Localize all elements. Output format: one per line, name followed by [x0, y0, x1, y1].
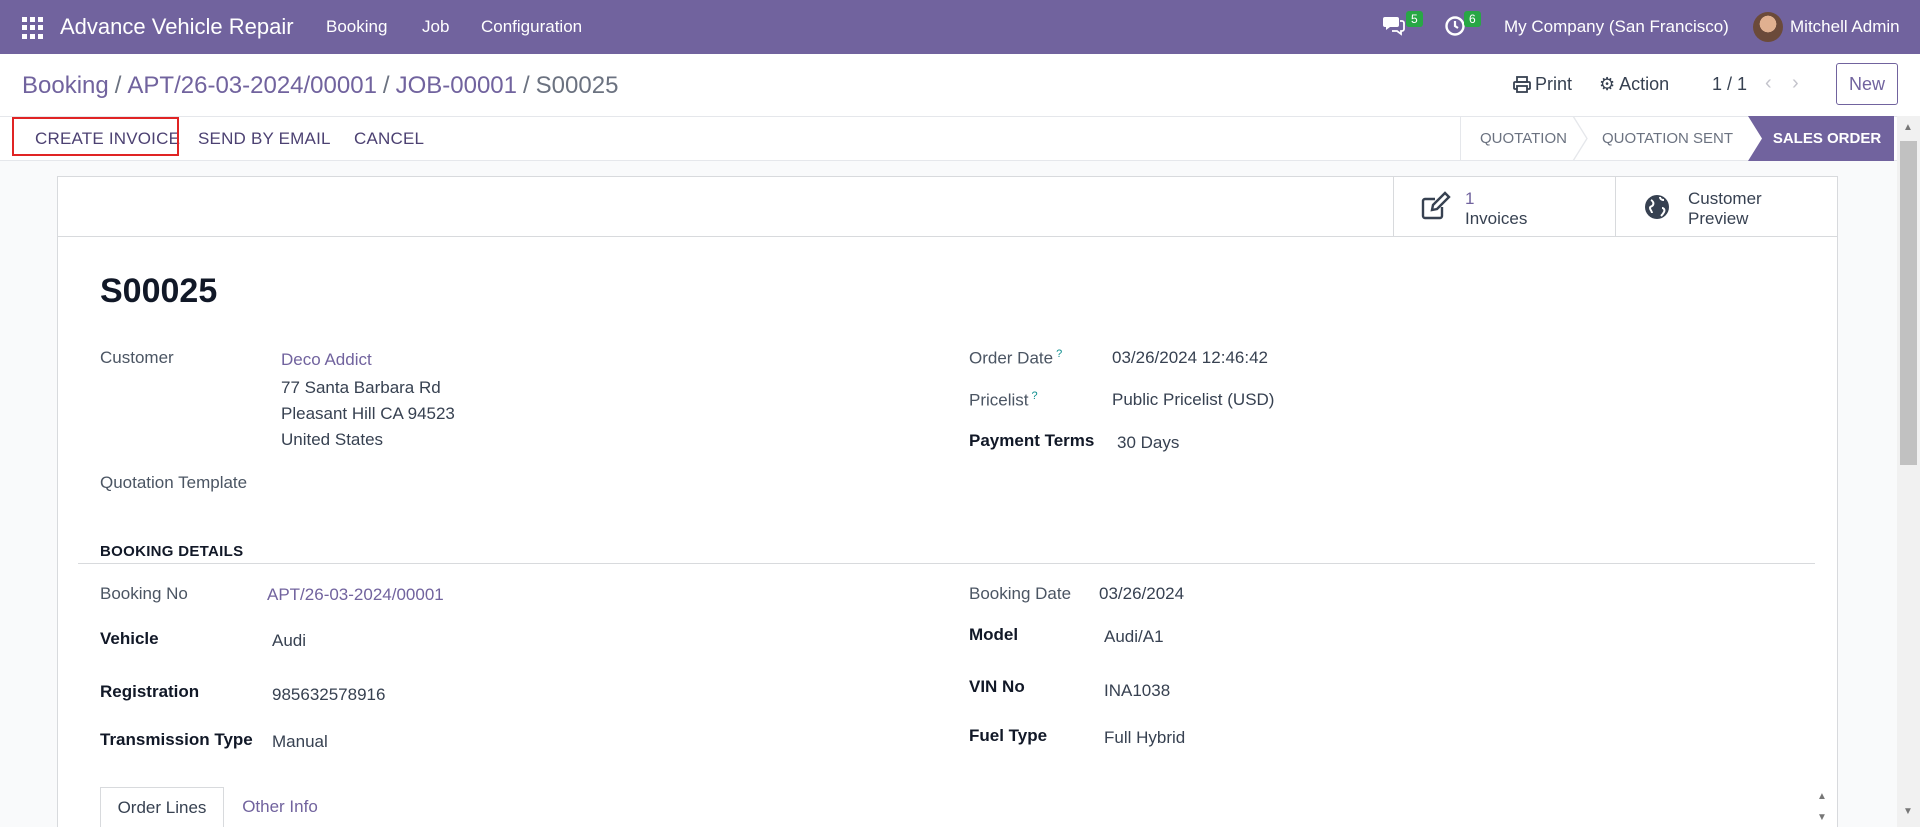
order-date-value[interactable]: 03/26/2024 12:46:42 — [1112, 348, 1268, 368]
invoices-count: 1 — [1465, 189, 1475, 208]
form-sheet — [57, 176, 1838, 827]
transmission-value[interactable]: Manual — [272, 732, 328, 752]
model-value[interactable]: Audi/A1 — [1104, 627, 1164, 647]
pager-value[interactable]: 1 / 1 — [1712, 74, 1747, 95]
inner-scroll-down-icon[interactable]: ▼ — [1817, 812, 1827, 823]
stage-chevron — [1572, 116, 1588, 161]
order-date-label: Order Date? — [969, 348, 1062, 369]
app-name[interactable]: Advance Vehicle Repair — [60, 14, 294, 40]
menu-booking[interactable]: Booking — [326, 17, 387, 37]
customer-link[interactable]: Deco Addict — [281, 350, 372, 370]
gear-icon: ⚙ — [1599, 74, 1616, 94]
printer-icon — [1513, 76, 1531, 93]
help-icon[interactable]: ? — [1032, 390, 1038, 402]
section-divider — [78, 563, 1815, 564]
clock-icon — [1445, 16, 1465, 36]
pricelist-label-text: Pricelist — [969, 390, 1029, 410]
invoices-smart-button[interactable]: 1 Invoices — [1393, 177, 1615, 236]
pager-next-icon[interactable]: › — [1792, 72, 1799, 95]
tab-other-info[interactable]: Other Info — [226, 787, 334, 827]
breadcrumb-current: S00025 — [535, 72, 619, 99]
scroll-up-icon[interactable]: ▲ — [1903, 122, 1913, 133]
customer-label: Customer — [100, 348, 174, 367]
vin-value[interactable]: INA1038 — [1104, 681, 1170, 701]
new-button[interactable]: New — [1836, 63, 1898, 105]
print-button[interactable]: Print — [1513, 74, 1572, 95]
globe-icon — [1645, 195, 1669, 219]
company-switcher[interactable]: My Company (San Francisco) — [1504, 17, 1729, 37]
vehicle-label: Vehicle — [100, 629, 159, 648]
cancel-button[interactable]: CANCEL — [354, 129, 424, 149]
order-date-label-text: Order Date — [969, 348, 1054, 368]
activities-button[interactable] — [1444, 15, 1466, 42]
stage-quotation[interactable]: QUOTATION — [1461, 117, 1586, 160]
top-navbar: Advance Vehicle Repair Booking Job Confi… — [0, 0, 1920, 54]
customer-preview-line2: Preview — [1688, 209, 1749, 228]
quotation-template-label: Quotation Template — [100, 473, 248, 492]
edit-icon — [1421, 191, 1451, 220]
scrollbar-thumb[interactable] — [1900, 141, 1917, 465]
menu-job[interactable]: Job — [422, 17, 449, 37]
apps-menu-icon[interactable] — [22, 17, 44, 39]
stage-quotation-sent[interactable]: QUOTATION SENT — [1590, 117, 1745, 160]
breadcrumb-separator: / — [114, 72, 122, 99]
payment-terms-label: Payment Terms — [969, 431, 1095, 450]
breadcrumb-job[interactable]: JOB-00001 — [396, 72, 517, 99]
scroll-down-icon[interactable]: ▼ — [1903, 806, 1913, 817]
booking-date-value[interactable]: 03/26/2024 — [1099, 584, 1184, 604]
action-label: Action — [1619, 74, 1670, 94]
invoices-label: Invoices — [1465, 209, 1528, 228]
create-invoice-highlight — [12, 117, 179, 156]
booking-details-title: BOOKING DETAILS — [100, 543, 244, 560]
send-by-email-button[interactable]: SEND BY EMAIL — [198, 129, 331, 149]
vehicle-value[interactable]: Audi — [272, 631, 306, 651]
breadcrumb-separator: / — [382, 72, 390, 99]
registration-value[interactable]: 985632578916 — [272, 685, 385, 705]
customer-address-line1: 77 Santa Barbara Rd — [281, 378, 441, 397]
customer-preview-smart-button[interactable]: Customer Preview — [1615, 177, 1837, 236]
print-label: Print — [1535, 74, 1573, 94]
breadcrumb-appointment[interactable]: APT/26-03-2024/00001 — [127, 72, 377, 99]
stage-sales-order[interactable]: SALES ORDER — [1748, 116, 1894, 161]
pricelist-label: Pricelist? — [969, 390, 1038, 411]
user-avatar[interactable] — [1753, 12, 1783, 42]
record-title: S00025 — [100, 272, 218, 310]
fuel-type-value[interactable]: Full Hybrid — [1104, 728, 1185, 748]
booking-no-label: Booking No — [100, 584, 188, 603]
action-button[interactable]: ⚙ Action — [1599, 74, 1669, 95]
registration-label: Registration — [100, 682, 200, 701]
booking-date-label: Booking Date — [969, 584, 1072, 603]
booking-no-link[interactable]: APT/26-03-2024/00001 — [267, 585, 444, 605]
help-icon[interactable]: ? — [1056, 348, 1062, 360]
vin-label: VIN No — [969, 677, 1025, 696]
activities-badge: 6 — [1464, 11, 1481, 27]
breadcrumb: Booking / APT/26-03-2024/00001/JOB-00001/S… — [22, 72, 618, 100]
user-menu[interactable]: Mitchell Admin — [1790, 17, 1900, 37]
payment-terms-value[interactable]: 30 Days — [1117, 433, 1179, 453]
quotation-template-field[interactable] — [281, 470, 881, 494]
fuel-type-label: Fuel Type — [969, 726, 1048, 745]
chat-icon — [1383, 17, 1405, 36]
customer-address-line2: Pleasant Hill CA 94523 — [281, 404, 455, 423]
transmission-label: Transmission Type — [100, 730, 253, 749]
customer-preview-line1: Customer — [1688, 189, 1762, 208]
customer-address-line3: United States — [281, 430, 384, 449]
tab-order-lines[interactable]: Order Lines — [100, 787, 224, 827]
inner-scroll-up-icon[interactable]: ▲ — [1817, 791, 1827, 802]
pager-previous-icon[interactable]: ‹ — [1765, 72, 1772, 95]
breadcrumb-booking[interactable]: Booking — [22, 72, 109, 99]
menu-configuration[interactable]: Configuration — [481, 17, 582, 37]
model-label: Model — [969, 625, 1019, 644]
messages-badge: 5 — [1406, 11, 1423, 27]
pricelist-value[interactable]: Public Pricelist (USD) — [1112, 390, 1274, 410]
messages-button[interactable] — [1382, 14, 1406, 41]
breadcrumb-separator: / — [523, 72, 530, 99]
